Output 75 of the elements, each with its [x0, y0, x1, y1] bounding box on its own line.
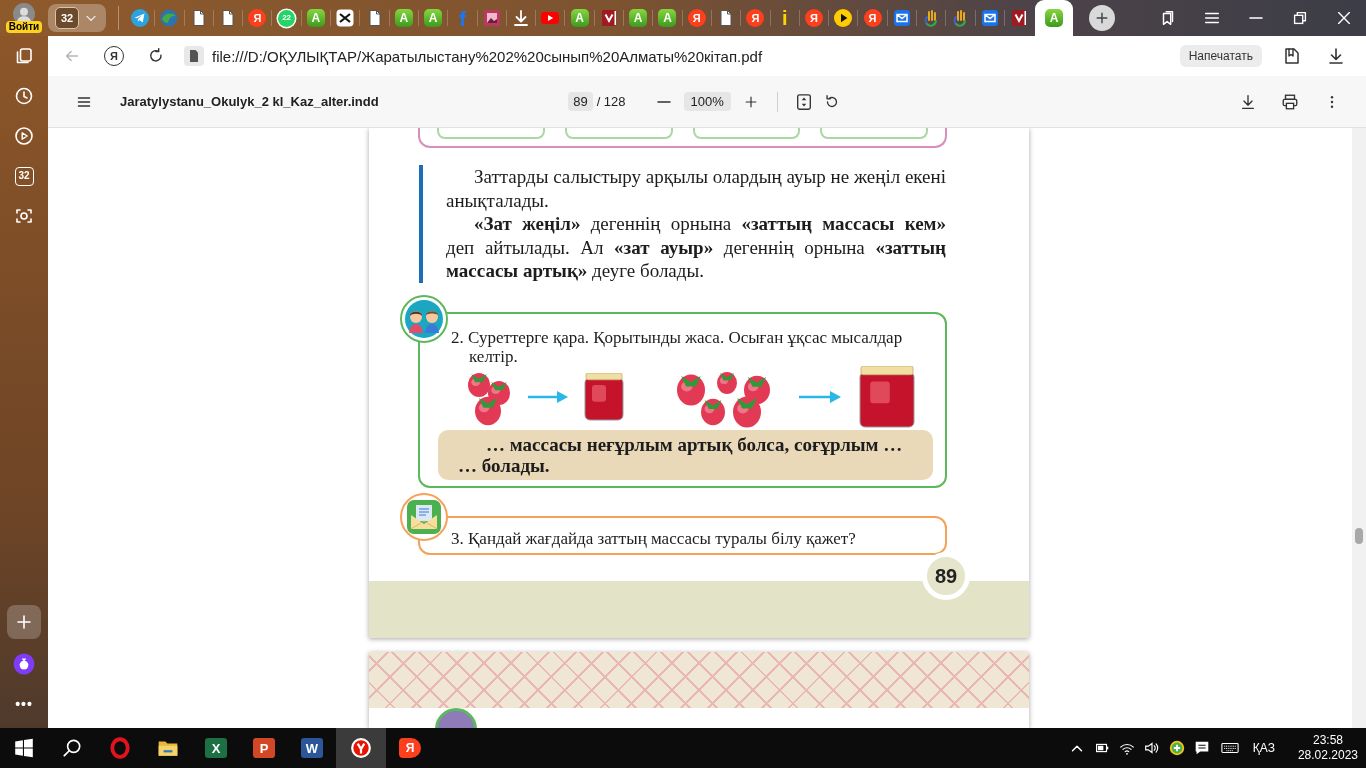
play-circle-icon [14, 126, 34, 146]
file-icon [184, 46, 204, 66]
reload-icon [147, 47, 165, 65]
download-icon [511, 8, 531, 28]
arrow-icon [799, 390, 841, 403]
circle-logo-icon [350, 737, 372, 759]
browser-tab[interactable]: A [301, 0, 331, 36]
fit-icon [794, 92, 813, 111]
ring-icon [109, 737, 131, 759]
zoom-field[interactable]: 100% [683, 92, 731, 111]
printer-icon [1281, 92, 1299, 111]
browser-tab[interactable]: Я [682, 0, 711, 36]
mail-icon [891, 8, 912, 28]
browser-tab[interactable]: A [624, 0, 653, 36]
browser-tab[interactable]: A [389, 0, 418, 36]
taskbar-app[interactable]: W [288, 728, 336, 768]
taskbar-app[interactable]: P [240, 728, 288, 768]
browser-tab[interactable]: Я [858, 0, 887, 36]
minimize-icon [1249, 17, 1263, 19]
clock-icon [14, 86, 34, 106]
browser-tab[interactable]: Я [799, 0, 829, 36]
sidebar-button[interactable]: 32 [0, 156, 48, 196]
minus-icon [656, 100, 671, 103]
play-icon [833, 8, 854, 28]
browser-tab[interactable]: Я [243, 0, 272, 36]
camera-icon [14, 206, 34, 226]
download-icon [1326, 46, 1346, 66]
page-field[interactable]: 89 [568, 92, 593, 111]
clock-time[interactable]: 23:58 [1312, 733, 1343, 748]
windows-icon [13, 737, 35, 759]
browser-tab[interactable]: A [565, 0, 594, 36]
language-indicator[interactable]: ҚАЗ [1252, 741, 1275, 755]
paragraph: «Зат жеңіл» дегеннің орнына «заттың массасы кем» деп айтылады. Ал «зат ауыр» дегеннің орнына «заттың массасы артық» деуге болады. [446, 212, 946, 283]
download-icon [1239, 92, 1257, 111]
restore-icon [1291, 9, 1309, 27]
profile-button[interactable]: Войти [0, 0, 48, 36]
print-page-button[interactable]: Напечатать [1179, 45, 1262, 67]
search-icon [61, 737, 83, 759]
task-text: 2. Суреттерге қара. Қорытынды жаса. Осыған ұқсас мысалдар келтір. [451, 327, 904, 366]
browser-tab[interactable]: A [653, 0, 682, 36]
arrow-icon [528, 390, 568, 403]
cards-icon [14, 46, 34, 66]
new-tab-button[interactable] [1089, 5, 1116, 31]
close-icon [1335, 9, 1353, 27]
add-button[interactable] [7, 605, 41, 639]
more-button[interactable]: ••• [0, 684, 48, 724]
taskbar-app[interactable]: Я [386, 728, 434, 768]
mail-icon [979, 8, 1000, 28]
jar-drawing [584, 372, 624, 421]
tab-counter-button[interactable]: 32 [48, 4, 106, 32]
paragraph: Заттарды салыстыру арқылы олардың ауыр не жеңіл екені анықталады. [446, 165, 946, 212]
scrollbar-thumb[interactable] [1355, 528, 1363, 544]
browser-tab[interactable]: i [770, 0, 799, 36]
browser-tab[interactable]: A [1035, 0, 1074, 36]
taskbar-app[interactable]: X [192, 728, 240, 768]
volume-icon [1142, 739, 1161, 757]
paper-plane-icon [130, 8, 151, 28]
cross-icon [335, 8, 356, 28]
book-icon [1282, 46, 1302, 66]
round-logo-icon [13, 653, 35, 675]
browser-tab[interactable]: A [418, 0, 448, 36]
image-icon [481, 8, 502, 28]
task-text: 3. Қандай жағдайда заттың массасы туралы білу қажет? [451, 528, 857, 548]
browser-tab[interactable]: Я [741, 0, 770, 36]
document-title: Jaratylystanu_Okulyk_2 kl_Kaz_alter.indd [120, 94, 379, 109]
clock-date[interactable]: 28.02.2023 [1297, 748, 1358, 763]
jar-drawing [859, 365, 915, 428]
globe-icon [159, 8, 180, 28]
plus-icon [14, 612, 34, 632]
address-field[interactable]: file:///D:/ОҚУЛЫҚТАР/Жаратылыстану%202%20сынып%20Алматы%20кітап.pdf [212, 47, 763, 65]
page-count: / 128 [596, 94, 626, 109]
taskbar-app[interactable] [336, 728, 386, 768]
page-number: 89 [922, 552, 970, 600]
fill-in-sentence: … массасы неғұрлым артық болса, соғұрлым … … болады. [438, 429, 933, 480]
plus-circle-icon [1167, 739, 1186, 757]
